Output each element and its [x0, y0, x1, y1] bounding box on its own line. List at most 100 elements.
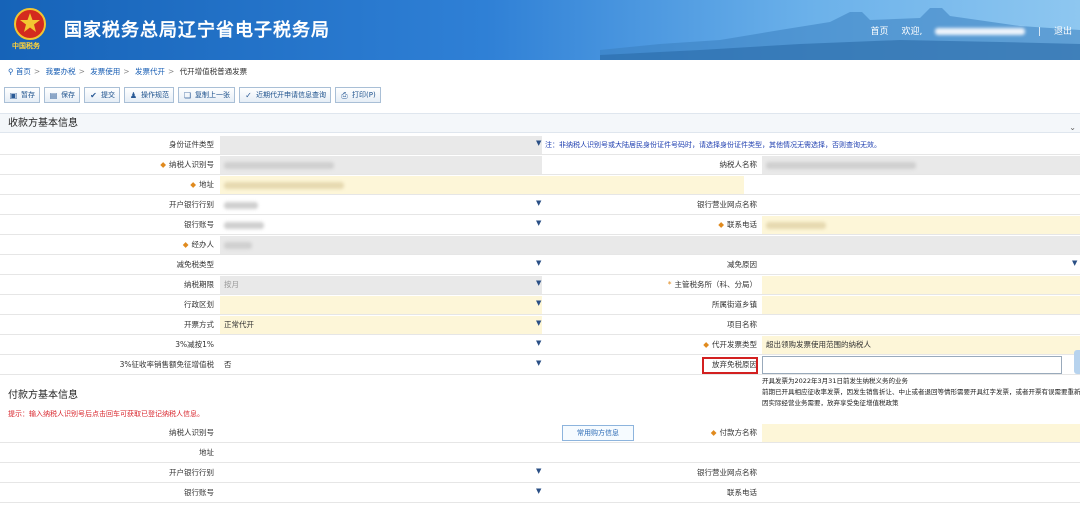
- row-taxpayer: ◆ 纳税人识别号 纳税人名称: [0, 155, 1080, 175]
- waive-option-3[interactable]: 因实际经营业务需要，放弃享受免征增值税政策: [762, 398, 1080, 409]
- rate-select[interactable]: [220, 336, 542, 354]
- handler-label: ◆ 经办人: [182, 240, 214, 249]
- waive-reason-select[interactable]: [762, 356, 1062, 374]
- address-input[interactable]: [220, 176, 744, 194]
- bank-label: 开户银行行别: [169, 200, 214, 209]
- id-type-note: 注：非纳税人识别号或大陆居民身份证件号码时，请选择身份证件类型，其他情况无需选择…: [545, 141, 881, 149]
- taxpayer-id-input[interactable]: [220, 156, 542, 174]
- reduction-type-select[interactable]: [220, 256, 542, 274]
- phone-label: ◆ 联系电话: [718, 220, 757, 229]
- id-type-label: 身份证件类型: [169, 140, 214, 149]
- exempt-label: 3%征收率销售额免征增值税: [119, 360, 214, 369]
- chevron-down-icon[interactable]: ▼: [536, 259, 541, 267]
- tax-office-select[interactable]: [762, 276, 1080, 294]
- print-button[interactable]: ⎙ 打印(P): [335, 87, 381, 103]
- id-type-select[interactable]: [220, 136, 542, 154]
- payer-taxpayer-id-input[interactable]: [220, 424, 542, 442]
- breadcrumb-invoice-issue[interactable]: 发票代开: [135, 67, 165, 76]
- side-scroll-tab[interactable]: [1074, 350, 1080, 374]
- method-label: 开票方式: [184, 320, 214, 329]
- payer-name-input[interactable]: [762, 424, 1080, 442]
- invoice-type-select[interactable]: 超出领购发票使用范围的纳税人: [762, 336, 1080, 354]
- copy-last-button[interactable]: ❏ 复制上一张: [178, 87, 235, 103]
- print-icon: ⎙: [341, 90, 348, 100]
- home-link[interactable]: 首页: [871, 27, 889, 37]
- chevron-down-icon[interactable]: ▼: [536, 219, 541, 227]
- breadcrumb-current: 代开增值税普通发票: [179, 67, 248, 76]
- payer-hint: 提示：输入纳税人识别号后点击回车可获取已登记纳税人信息。: [8, 410, 204, 418]
- row-method: 开票方式 正常代开 ▼ 项目名称: [0, 315, 1080, 335]
- payer-bank-select[interactable]: [220, 464, 542, 482]
- header-separator: |: [1038, 27, 1042, 37]
- chevron-down-icon[interactable]: ▼: [1072, 259, 1077, 267]
- reduction-reason-select[interactable]: [762, 256, 1080, 274]
- project-input[interactable]: [762, 316, 1080, 334]
- chevron-down-icon[interactable]: ▼: [536, 199, 541, 207]
- tax-office-label: * 主管税务所（科、分局）: [667, 280, 757, 289]
- account-input[interactable]: [220, 216, 542, 234]
- breadcrumb-tax[interactable]: 我要办税: [46, 67, 76, 76]
- exempt-select[interactable]: 否: [220, 356, 542, 374]
- payer-bank-branch-label: 银行营业网点名称: [697, 468, 757, 477]
- save-button[interactable]: ▤ 保存: [44, 87, 80, 103]
- chevron-down-icon[interactable]: ▼: [536, 319, 541, 327]
- chevron-down-icon[interactable]: ▼: [536, 139, 541, 147]
- row-period: 纳税期限 按月 ▼ * 主管税务所（科、分局）: [0, 275, 1080, 295]
- payer-bank-label: 开户银行行别: [169, 468, 214, 477]
- street-label: 所属街道乡镇: [712, 300, 757, 309]
- chevron-down-icon[interactable]: ▼: [536, 359, 541, 367]
- phone-input[interactable]: [762, 216, 1080, 234]
- district-label: 行政区划: [184, 300, 214, 309]
- temp-save-button[interactable]: ▣ 暂存: [4, 87, 40, 103]
- row-address: ◆ 地址: [0, 175, 1080, 195]
- taxpayer-id-label: ◆ 纳税人识别号: [160, 160, 214, 169]
- payer-bank-branch-input[interactable]: [762, 464, 1080, 482]
- waive-option-2[interactable]: 前期已开具相应征收率发票，因发生销售折让、中止或者退回等情形需要开具红字发票，或…: [762, 387, 1080, 398]
- payer-account-label: 银行账号: [184, 488, 214, 497]
- waive-option-1[interactable]: 开具发票为2022年3月31日前发生纳税义务的业务: [762, 376, 1080, 387]
- district-select[interactable]: [220, 296, 542, 314]
- toolbar: ▣ 暂存 ▤ 保存 ✔ 提交 ♟ 操作规范 ❏ 复制上一张 ✓ 近期代开申请信息查询 ⎙ 打印…: [4, 87, 385, 105]
- bank-select[interactable]: [220, 196, 542, 214]
- handler-input[interactable]: [220, 236, 1080, 254]
- payer-phone-label: 联系电话: [727, 488, 757, 497]
- payer-phone-input[interactable]: [762, 484, 1080, 502]
- operation-guide-button[interactable]: ♟ 操作规范: [124, 87, 174, 103]
- row-account: 银行账号 ▼ ◆ 联系电话: [0, 215, 1080, 235]
- chevron-down-icon[interactable]: ▼: [536, 299, 541, 307]
- common-buyer-button[interactable]: 常用购方信息: [562, 425, 634, 441]
- payer-address-input[interactable]: [220, 444, 1080, 462]
- breadcrumb-home[interactable]: 首页: [16, 67, 31, 76]
- payer-account-input[interactable]: [220, 484, 542, 502]
- emblem-caption: 中国税务: [12, 42, 40, 50]
- payee-section-title: 收款方基本信息 ⌄: [0, 113, 1080, 133]
- bank-branch-input[interactable]: [762, 196, 1080, 214]
- site-title: 国家税务总局辽宁省电子税务局: [64, 20, 330, 41]
- chevron-down-icon[interactable]: ▼: [536, 339, 541, 347]
- payer-taxpayer-id-label: 纳税人识别号: [169, 428, 214, 437]
- recent-query-button[interactable]: ✓ 近期代开申请信息查询: [239, 87, 331, 103]
- row-exempt: 3%征收率销售额免征增值税 否 ▼ 放弃免税原因: [0, 355, 1080, 375]
- welcome-text: 欢迎,: [901, 27, 923, 37]
- chevron-down-icon[interactable]: ▼: [536, 467, 541, 475]
- breadcrumb-invoice-use[interactable]: 发票使用: [90, 67, 120, 76]
- address-label: ◆ 地址: [190, 180, 214, 189]
- account-label: 银行账号: [184, 220, 214, 229]
- disk-icon: ▣: [9, 90, 18, 100]
- taxpayer-name-input[interactable]: [762, 156, 1080, 174]
- row-bank: 开户银行行别 ▼ 银行营业网点名称: [0, 195, 1080, 215]
- submit-button[interactable]: ✔ 提交: [84, 87, 120, 103]
- logout-link[interactable]: 退出: [1054, 27, 1072, 37]
- method-select[interactable]: 正常代开: [220, 316, 542, 334]
- breadcrumb: ⚲ 首页 > 我要办税 > 发票使用 > 发票代开 > 代开增值税普通发票: [8, 67, 248, 76]
- payer-section-title: 付款方基本信息: [8, 390, 78, 401]
- chevron-down-icon[interactable]: ▼: [536, 279, 541, 287]
- highlight-box: [702, 357, 758, 374]
- location-pin-icon: ⚲: [8, 67, 14, 76]
- chevron-down-icon[interactable]: ▼: [536, 487, 541, 495]
- people-icon: ♟: [129, 90, 138, 100]
- copy-icon: ❏: [183, 90, 192, 100]
- street-select[interactable]: [762, 296, 1080, 314]
- period-select[interactable]: 按月: [220, 276, 542, 294]
- site-header: 中国税务 国家税务总局辽宁省电子税务局 首页 欢迎, | 退出: [0, 0, 1080, 60]
